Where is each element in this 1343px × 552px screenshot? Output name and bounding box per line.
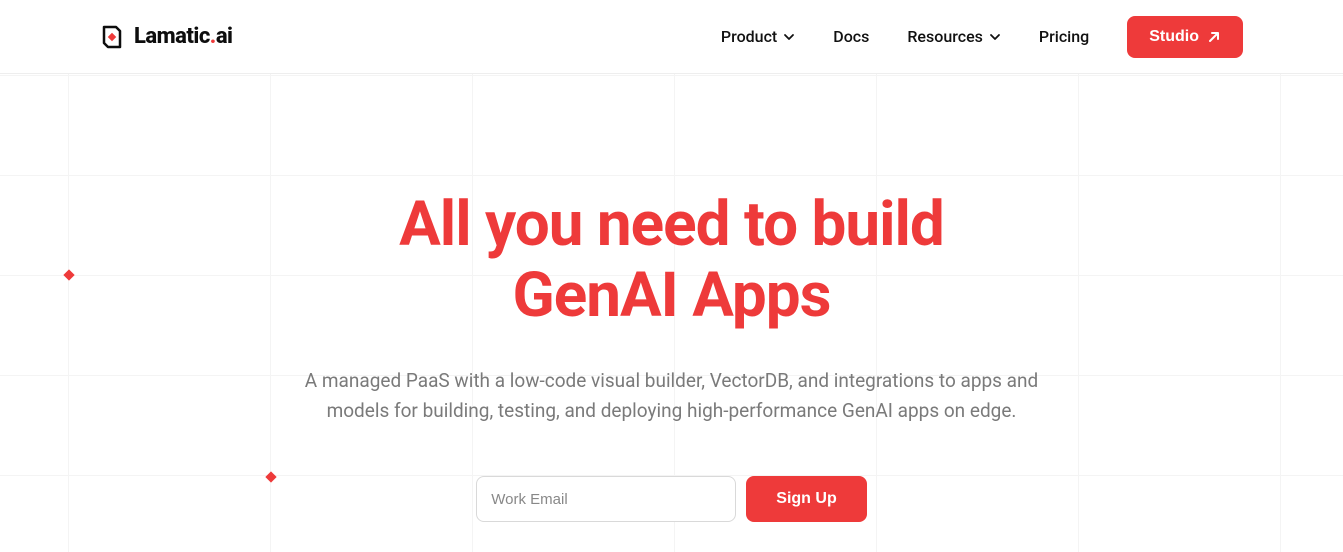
nav-item-product[interactable]: Product [721, 27, 795, 46]
signup-form: Sign Up [476, 476, 866, 522]
hero-title: All you need to build GenAI Apps [0, 189, 1343, 332]
chevron-down-icon [989, 31, 1001, 43]
nav-label: Resources [907, 27, 983, 46]
nav-item-resources[interactable]: Resources [907, 27, 1001, 46]
email-field[interactable] [476, 476, 736, 522]
site-header: Lamatic.ai Product Docs Resources Pricin… [0, 0, 1343, 74]
signup-button[interactable]: Sign Up [746, 476, 866, 522]
nav-item-docs[interactable]: Docs [833, 27, 869, 46]
nav-label: Pricing [1039, 27, 1089, 46]
nav-label: Product [721, 27, 777, 46]
nav-item-pricing[interactable]: Pricing [1039, 27, 1089, 46]
brand-logo[interactable]: Lamatic.ai [100, 24, 232, 49]
brand-name: Lamatic.ai [134, 24, 232, 49]
studio-button[interactable]: Studio [1127, 16, 1243, 58]
hero-subtitle: A managed PaaS with a low-code visual bu… [302, 366, 1042, 427]
primary-nav: Product Docs Resources Pricing Studio [721, 16, 1243, 58]
studio-label: Studio [1149, 28, 1199, 46]
signup-label: Sign Up [776, 490, 836, 507]
chevron-down-icon [783, 31, 795, 43]
logo-mark-icon [100, 25, 124, 49]
hero-section: All you need to build GenAI Apps A manag… [0, 74, 1343, 522]
nav-label: Docs [833, 27, 869, 46]
arrow-up-right-icon [1207, 30, 1221, 44]
